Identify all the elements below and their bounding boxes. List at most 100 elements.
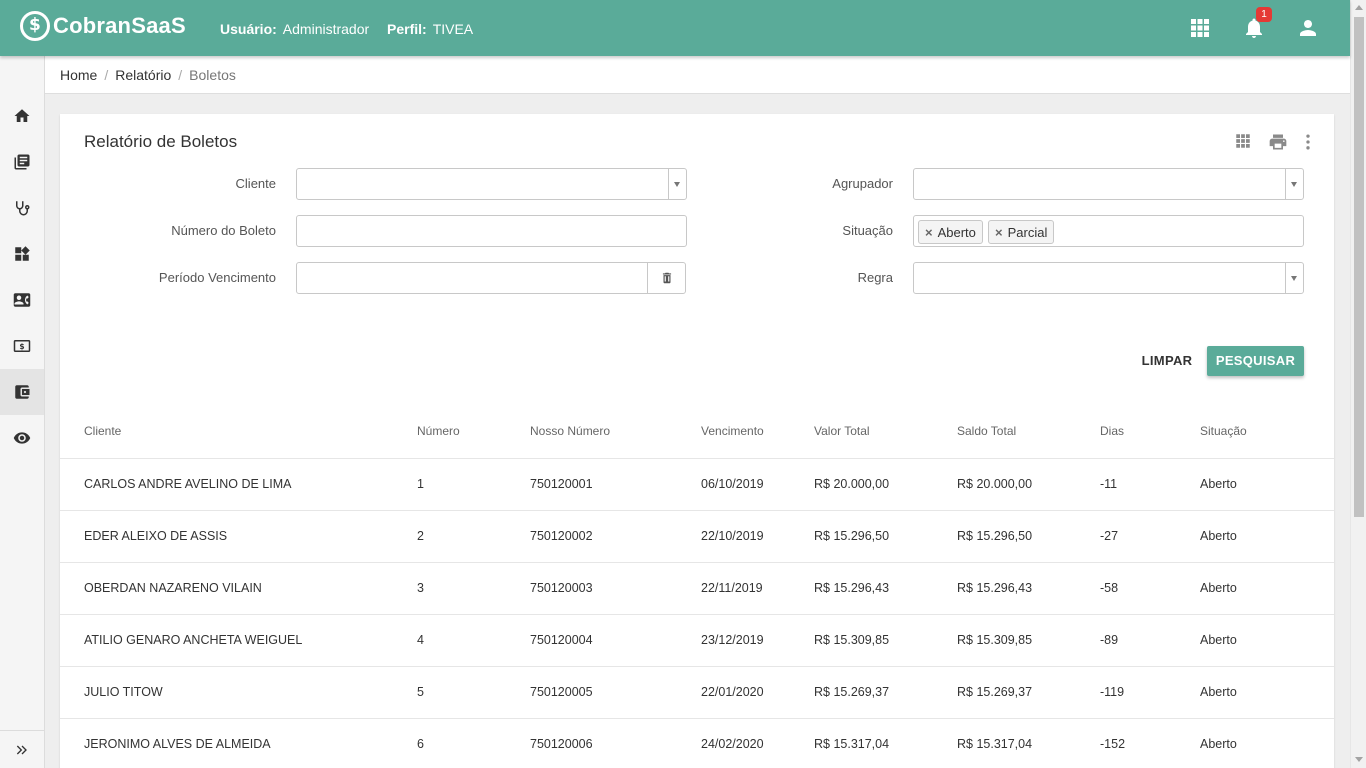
column-header-dias[interactable]: Dias — [1100, 424, 1124, 438]
apps-grid-icon[interactable] — [1188, 16, 1212, 40]
notification-badge: 1 — [1256, 7, 1272, 22]
cell-numero: 5 — [417, 685, 424, 699]
column-header-situacao[interactable]: Situação — [1200, 424, 1247, 438]
cell-valor-total: R$ 15.269,37 — [814, 685, 890, 699]
cell-vencimento: 06/10/2019 — [701, 477, 764, 491]
cell-situacao: Aberto — [1200, 477, 1237, 491]
chevron-down-icon[interactable] — [1285, 263, 1303, 293]
breadcrumb-current: Boletos — [189, 66, 236, 83]
scroll-thumb[interactable] — [1354, 17, 1364, 517]
cell-nosso-numero: 750120002 — [530, 529, 593, 543]
chevron-down-icon[interactable] — [668, 169, 686, 199]
column-header-numero[interactable]: Número — [417, 424, 460, 438]
cell-nosso-numero: 750120001 — [530, 477, 593, 491]
table-row[interactable]: OBERDAN NAZARENO VILAIN 3 750120003 22/1… — [60, 562, 1334, 614]
cliente-label: Cliente — [235, 176, 276, 191]
situacao-label: Situação — [842, 223, 893, 238]
logo-text: CobranSaaS — [53, 13, 186, 38]
cell-situacao: Aberto — [1200, 529, 1237, 543]
app-logo[interactable]: CobranSaaS — [20, 11, 186, 41]
column-header-valor-total[interactable]: Valor Total — [814, 424, 870, 438]
cell-valor-total: R$ 15.296,43 — [814, 581, 890, 595]
cell-vencimento: 22/10/2019 — [701, 529, 764, 543]
report-card: Relatório de Boletos Cliente Número do B… — [60, 114, 1334, 768]
cell-numero: 2 — [417, 529, 424, 543]
regra-select[interactable] — [913, 262, 1304, 294]
breadcrumb-home[interactable]: Home — [60, 67, 97, 83]
cell-nosso-numero: 750120006 — [530, 737, 593, 751]
profile-label: Perfil: — [387, 21, 427, 37]
cell-numero: 4 — [417, 633, 424, 647]
eye-icon — [13, 432, 31, 444]
cell-dias: -11 — [1100, 477, 1118, 491]
situacao-chip[interactable]: × Aberto — [918, 220, 983, 244]
sidebar-item-home[interactable] — [0, 93, 44, 139]
double-chevron-right-icon — [16, 745, 27, 754]
cell-vencimento: 22/11/2019 — [701, 581, 763, 595]
agrupador-select[interactable] — [913, 168, 1304, 200]
cell-vencimento: 23/12/2019 — [701, 633, 764, 647]
scroll-down-arrow-icon[interactable] — [1355, 757, 1363, 762]
cell-saldo-total: R$ 15.309,85 — [957, 633, 1033, 647]
contact-card-icon — [13, 293, 31, 307]
cell-vencimento: 24/02/2020 — [701, 737, 764, 751]
cell-vencimento: 22/01/2020 — [701, 685, 764, 699]
breadcrumb-relatorio[interactable]: Relatório — [115, 67, 171, 83]
cell-saldo-total: R$ 15.269,37 — [957, 685, 1033, 699]
clear-button[interactable]: LIMPAR — [1130, 346, 1204, 376]
trash-icon — [662, 272, 671, 284]
periodo-vencimento-input[interactable] — [296, 262, 648, 294]
logo-coin-icon — [20, 11, 50, 41]
page-scrollbar[interactable] — [1350, 0, 1366, 768]
table-row[interactable]: JERONIMO ALVES DE ALMEIDA 6 750120006 24… — [60, 718, 1334, 768]
sidebar-item-library[interactable] — [0, 139, 44, 185]
cell-valor-total: R$ 15.317,04 — [814, 737, 890, 751]
table-row[interactable]: EDER ALEIXO DE ASSIS 2 750120002 22/10/2… — [60, 510, 1334, 562]
chip-remove-icon[interactable]: × — [995, 225, 1003, 240]
sidebar-item-stethoscope[interactable] — [0, 185, 44, 231]
search-button[interactable]: PESQUISAR — [1207, 346, 1304, 376]
column-header-vencimento[interactable]: Vencimento — [701, 424, 764, 438]
more-vert-icon[interactable] — [1298, 132, 1318, 152]
table-row[interactable]: JULIO TITOW 5 750120005 22/01/2020 R$ 15… — [60, 666, 1334, 718]
column-header-saldo-total[interactable]: Saldo Total — [957, 424, 1016, 438]
sidebar-item-dashboard[interactable] — [0, 231, 44, 277]
cliente-select[interactable] — [296, 168, 687, 200]
table-row[interactable]: CARLOS ANDRE AVELINO DE LIMA 1 750120001… — [60, 458, 1334, 510]
profile-value: TIVEA — [432, 21, 474, 37]
cell-numero: 6 — [417, 737, 424, 751]
sidebar-item-view[interactable] — [0, 415, 44, 461]
column-header-cliente[interactable]: Cliente — [84, 424, 121, 438]
situacao-chip[interactable]: × Parcial — [988, 220, 1055, 244]
chevron-down-icon[interactable] — [1285, 169, 1303, 199]
column-header-nosso-numero[interactable]: Nosso Número — [530, 424, 610, 438]
cell-numero: 3 — [417, 581, 424, 595]
clear-date-button[interactable] — [647, 262, 686, 294]
chip-remove-icon[interactable]: × — [925, 225, 933, 240]
chip-label: Aberto — [937, 224, 976, 240]
cell-nosso-numero: 750120005 — [530, 685, 593, 699]
cell-saldo-total: R$ 15.296,43 — [957, 581, 1033, 595]
cell-saldo-total: R$ 15.317,04 — [957, 737, 1033, 751]
numero-boleto-input[interactable] — [296, 215, 687, 247]
library-books-icon — [14, 154, 30, 170]
cell-cliente: JULIO TITOW — [84, 685, 163, 699]
sidebar-item-money[interactable]: $ — [0, 323, 44, 369]
sidebar-expand-button[interactable] — [0, 730, 44, 768]
sidebar-item-contacts[interactable] — [0, 277, 44, 323]
table-row[interactable]: ATILIO GENARO ANCHETA WEIGUEL 4 75012000… — [60, 614, 1334, 666]
cell-situacao: Aberto — [1200, 737, 1237, 751]
home-icon — [14, 109, 30, 122]
numero-boleto-label: Número do Boleto — [171, 223, 276, 238]
scroll-up-arrow-icon[interactable] — [1355, 5, 1363, 10]
grid-icon[interactable] — [1234, 132, 1254, 152]
account-icon[interactable] — [1296, 16, 1320, 40]
cell-saldo-total: R$ 20.000,00 — [957, 477, 1033, 491]
cell-cliente: ATILIO GENARO ANCHETA WEIGUEL — [84, 633, 303, 647]
situacao-multiselect[interactable]: × Aberto × Parcial — [913, 215, 1304, 247]
print-icon[interactable] — [1268, 132, 1288, 152]
top-app-bar: CobranSaaS Usuário: Administrador Perfil:… — [0, 0, 1350, 56]
sidebar-item-wallet[interactable] — [0, 369, 44, 415]
user-value: Administrador — [282, 21, 370, 37]
cell-valor-total: R$ 15.309,85 — [814, 633, 890, 647]
